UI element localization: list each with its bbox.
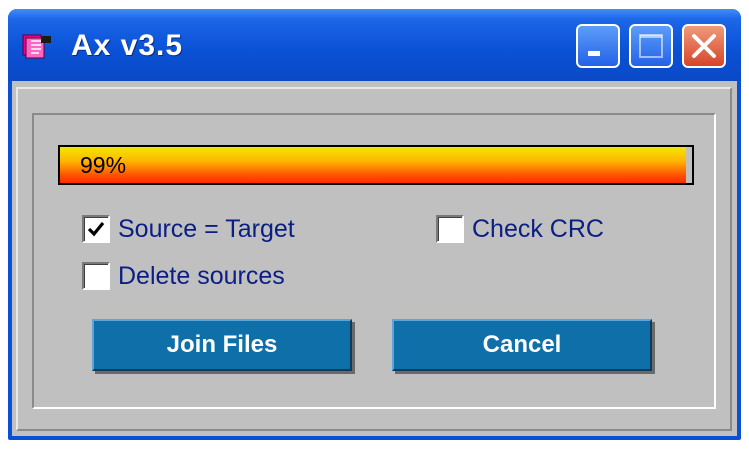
checkbox-box[interactable] (436, 215, 464, 243)
progress-percent: 99% (80, 152, 127, 178)
check-crc-checkbox[interactable]: Check CRC (436, 212, 604, 246)
join-files-button[interactable]: Join Files (92, 319, 352, 371)
progress-bar: 99% (58, 145, 694, 185)
minimize-button[interactable] (576, 24, 620, 68)
checkmark-icon (87, 221, 105, 237)
source-target-checkbox[interactable]: Source = Target (82, 212, 295, 246)
close-icon (692, 34, 716, 58)
close-button[interactable] (682, 24, 726, 68)
title-bar[interactable]: Ax v3.5 (8, 9, 741, 81)
source-target-label: Source = Target (118, 214, 295, 243)
checkbox-box[interactable] (82, 215, 110, 243)
window-title: Ax v3.5 (71, 29, 184, 62)
app-folder-icon[interactable] (22, 32, 52, 60)
maximize-button[interactable] (629, 24, 673, 68)
check-crc-label: Check CRC (472, 214, 604, 243)
delete-sources-label: Delete sources (118, 261, 285, 290)
minimize-icon (588, 51, 600, 56)
delete-sources-checkbox[interactable]: Delete sources (82, 259, 285, 293)
maximize-icon (639, 34, 663, 58)
cancel-button[interactable]: Cancel (392, 319, 652, 371)
checkbox-box[interactable] (82, 262, 110, 290)
progress-fill (60, 147, 686, 183)
client-area: 99% Source = Target Check CRC Delete sou… (12, 81, 737, 436)
app-window: Ax v3.5 99% Source = Target Check CRC De… (8, 9, 741, 440)
